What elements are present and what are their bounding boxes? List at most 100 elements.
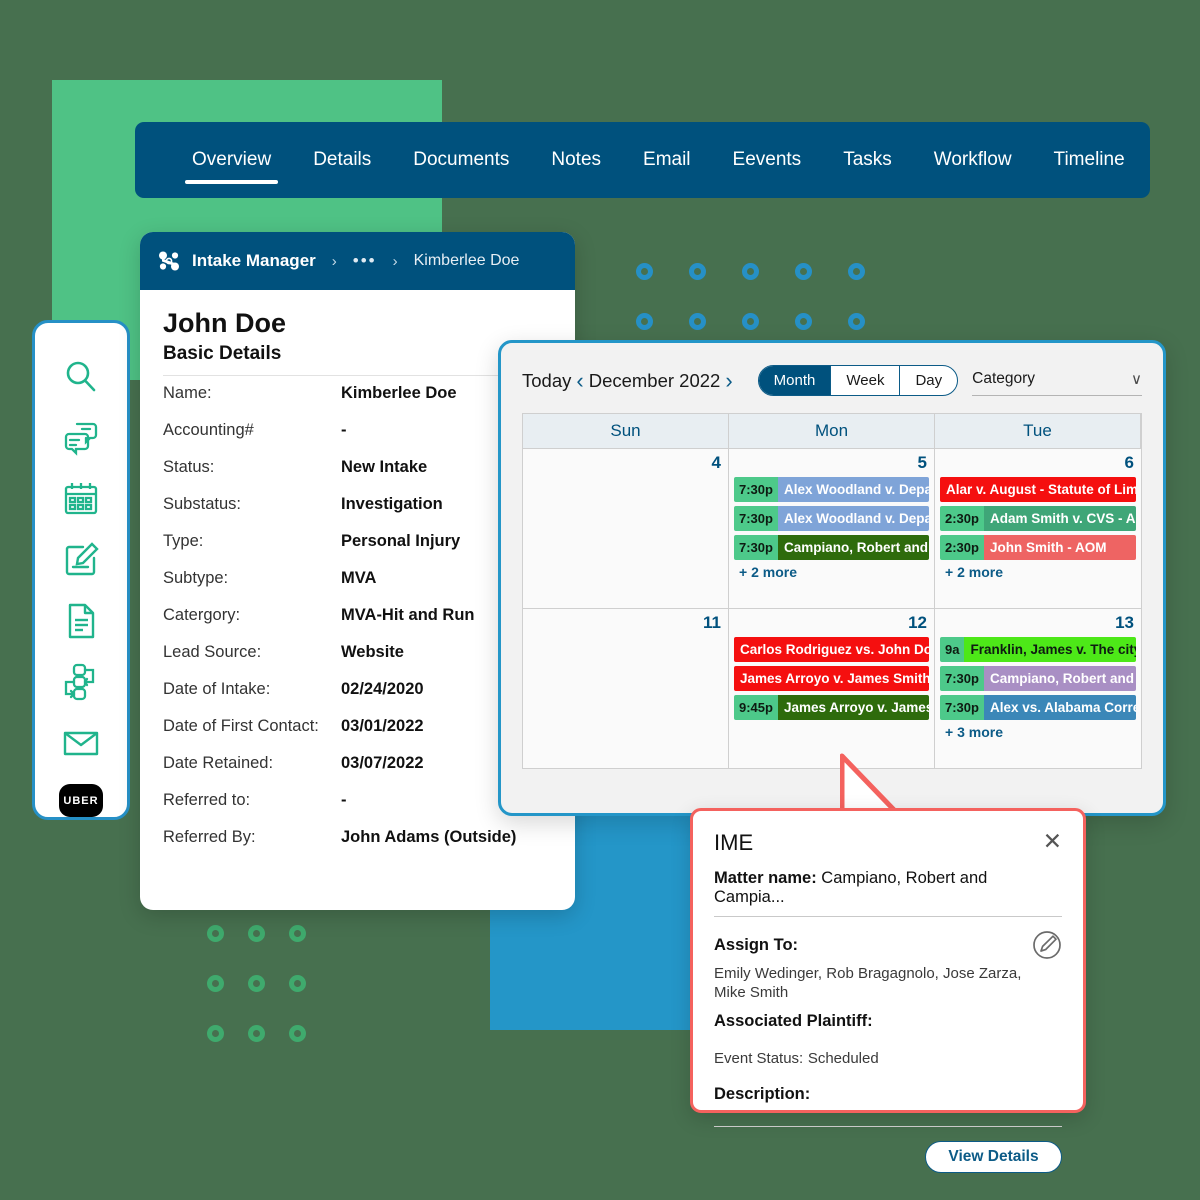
close-icon[interactable]: ✕ [1043, 830, 1062, 853]
envelope-icon[interactable] [59, 723, 103, 763]
event-title: Campiano, Robert and Ca [777, 535, 929, 560]
calendar-day-cell[interactable]: 4 [523, 449, 729, 609]
intake-manager-title[interactable]: Intake Manager [192, 251, 316, 271]
decorative-dot [289, 975, 306, 992]
tab-notes[interactable]: Notes [530, 122, 622, 198]
day-number: 13 [1115, 613, 1134, 632]
uber-badge-icon[interactable]: UBER [59, 784, 103, 817]
decorative-dot [636, 313, 653, 330]
decorative-dot [248, 1025, 265, 1042]
decorative-dot [742, 313, 759, 330]
view-day-button[interactable]: Day [900, 366, 957, 395]
calendar-icon[interactable] [59, 479, 103, 519]
breadcrumb-ellipsis[interactable]: ••• [353, 251, 377, 271]
next-month-icon[interactable]: › [720, 368, 737, 394]
status-badge: Scheduled [807, 1049, 879, 1067]
more-events-link[interactable]: + 2 more [940, 564, 1136, 580]
view-month-button[interactable]: Month [758, 366, 832, 395]
detail-row: Referred to: - [163, 791, 552, 810]
more-events-link[interactable]: + 3 more [940, 724, 1136, 740]
decorative-dot [795, 263, 812, 280]
edit-pencil-icon[interactable] [1032, 930, 1062, 960]
detail-row: Date of First Contact: 03/01/2022 [163, 717, 552, 736]
chat-bubbles-icon[interactable] [59, 418, 103, 458]
left-icon-rail: UBER [32, 320, 130, 820]
prev-month-icon[interactable]: ‹ [571, 368, 588, 394]
decorative-dot [248, 925, 265, 942]
detail-value: Kimberlee Doe [341, 384, 457, 402]
tab-eevents[interactable]: Eevents [712, 122, 823, 198]
tab-overview[interactable]: Overview [171, 122, 292, 198]
calendar-day-cell[interactable]: 11 [523, 609, 729, 769]
detail-row: Subtype: MVA [163, 569, 552, 588]
calendar-event[interactable]: 7:30p Alex Woodland v. Depart [734, 477, 929, 502]
calendar-day-cell[interactable]: 6 Alar v. August - Statute of Limitat 2:30… [935, 449, 1141, 609]
calendar-event[interactable]: 7:30pCampiano, Robert and Ca [734, 535, 929, 560]
detail-row: Catergory: MVA-Hit and Run [163, 606, 552, 625]
calendar-day-cell[interactable]: 13 9aFranklin, James v. The city of 7:30pC… [935, 609, 1141, 769]
basic-details-field-list: Name: Kimberlee Doe Accounting# - Status: New… [163, 384, 552, 847]
detail-label: Date Retained: [163, 754, 274, 772]
detail-value: - [341, 421, 347, 439]
calendar-card: Today ‹ December 2022 › Month Week Day Cat… [498, 340, 1166, 816]
detail-label: Date of First Contact: [163, 717, 319, 735]
calendar-event[interactable]: Carlos Rodriguez vs. John Doe - S [734, 637, 929, 662]
calendar-event[interactable]: 9aFranklin, James v. The city of [940, 637, 1136, 662]
calendar-toolbar: Today ‹ December 2022 › Month Week Day Cat… [522, 365, 1142, 396]
calendar-day-cell[interactable]: 12 Carlos Rodriguez vs. John Doe - S James… [729, 609, 935, 769]
category-select[interactable]: Category ∨ [972, 366, 1142, 396]
tab-email[interactable]: Email [622, 122, 712, 198]
tab-tasks[interactable]: Tasks [822, 122, 913, 198]
intake-manager-logo-icon [156, 248, 182, 274]
document-icon[interactable] [59, 601, 103, 641]
detail-value: 03/07/2022 [341, 754, 424, 772]
event-title: Franklin, James v. The city of [964, 637, 1136, 662]
assign-to-label: Assign To: [714, 935, 799, 954]
decorative-dot [795, 313, 812, 330]
tab-details[interactable]: Details [292, 122, 392, 198]
tab-documents[interactable]: Documents [392, 122, 530, 198]
calendar-event[interactable]: 7:30pAlex vs. Alabama Correctio [940, 695, 1136, 720]
calendar-event[interactable]: Alar v. August - Statute of Limitat [940, 477, 1136, 502]
detail-row: Lead Source: Website [163, 643, 552, 662]
calendar-view-switcher: Month Week Day [757, 365, 959, 396]
calendar-event[interactable]: James Arroyo v. James Smith - St [734, 666, 929, 691]
calendar-day-cell[interactable]: 5 7:30p Alex Woodland v. Depart 7:30p Alex W… [729, 449, 935, 609]
decorative-dot [848, 313, 865, 330]
calendar-event[interactable]: 2:30pAdam Smith v. CVS - Arbit [940, 506, 1136, 531]
tab-workflow[interactable]: Workflow [913, 122, 1033, 198]
detail-value: New Intake [341, 458, 428, 476]
day-number: 4 [711, 453, 721, 472]
event-title: Alex Woodland v. Depart [777, 506, 929, 531]
decorative-dot [248, 975, 265, 992]
calendar-event[interactable]: 9:45pJames Arroyo v. James Sm [734, 695, 929, 720]
main-tab-bar: Overview Details Documents Notes Email Eevent… [135, 122, 1150, 198]
detail-label: Referred By: [163, 828, 256, 846]
ime-popup-header: IME ✕ [714, 830, 1062, 856]
calendar-event[interactable]: 7:30p Alex Woodland v. Depart [734, 506, 929, 531]
detail-label: Status: [163, 458, 215, 476]
note-edit-icon[interactable] [59, 540, 103, 580]
calendar-event[interactable]: 7:30pCampiano, Robert and Ca [940, 666, 1136, 691]
search-icon[interactable] [59, 357, 103, 397]
detail-label: Subtype: [163, 569, 229, 587]
ime-event-popup: IME ✕ Matter name: Campiano, Robert and … [690, 808, 1086, 1173]
view-details-button[interactable]: View Details [925, 1140, 1062, 1173]
tab-timeline[interactable]: Timeline [1033, 122, 1146, 198]
today-button[interactable]: Today [522, 370, 571, 392]
day-number: 12 [908, 613, 927, 632]
event-time: 9a [940, 637, 965, 662]
decorative-dot [289, 1025, 306, 1042]
day-header-mon: Mon [729, 414, 935, 449]
calendar-event[interactable]: 2:30p John Smith - AOM [940, 535, 1136, 560]
section-divider [163, 375, 552, 376]
breadcrumb-current[interactable]: Kimberlee Doe [414, 252, 520, 270]
view-week-button[interactable]: Week [831, 366, 901, 395]
description-label: Description: [714, 1084, 811, 1103]
more-events-link[interactable]: + 2 more [734, 564, 929, 580]
associated-plaintiff-label: Associated Plaintiff: [714, 1011, 873, 1030]
detail-row: Referred By: John Adams (Outside) [163, 828, 552, 847]
ime-divider-bottom [714, 1125, 1062, 1127]
decorative-dot [689, 313, 706, 330]
workflow-icon[interactable] [59, 662, 103, 702]
